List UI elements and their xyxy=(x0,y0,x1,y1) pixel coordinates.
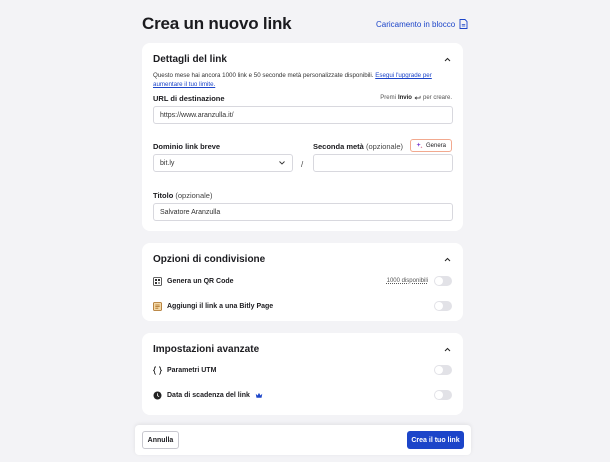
braces-icon xyxy=(153,365,162,375)
chevron-up-icon[interactable] xyxy=(444,57,451,62)
domain-label: Dominio link breve xyxy=(153,142,221,151)
qr-code-row: Genera un QR Code 1000 disponibili xyxy=(153,275,452,287)
domain-value: bit.ly xyxy=(160,159,175,167)
expiry-row: Data di scadenza del link xyxy=(153,389,452,401)
create-link-button[interactable]: Crea il tuo link xyxy=(407,431,464,449)
chevron-up-icon[interactable] xyxy=(444,257,451,262)
expiry-label: Data di scadenza del link xyxy=(167,391,250,399)
cancel-button[interactable]: Annulla xyxy=(142,431,179,449)
expiry-toggle[interactable] xyxy=(434,390,452,400)
url-separator: / xyxy=(301,160,304,169)
bitly-page-label: Aggiungi il link a una Bitly Page xyxy=(167,302,274,310)
utm-toggle[interactable] xyxy=(434,365,452,375)
title-input[interactable]: Salvatore Aranzulla xyxy=(153,203,453,221)
footer-bar: Annulla Crea il tuo link xyxy=(135,425,471,455)
bitly-page-toggle[interactable] xyxy=(434,301,452,311)
qr-code-icon xyxy=(153,276,162,286)
clock-icon xyxy=(153,391,162,400)
enter-key-icon xyxy=(414,95,421,100)
bitly-page-row: Aggiungi il link a una Bitly Page xyxy=(153,300,452,312)
utm-label: Parametri UTM xyxy=(167,366,217,374)
document-icon xyxy=(459,19,468,29)
page-title: Crea un nuovo link xyxy=(142,14,292,33)
sharing-options-title: Opzioni di condivisione xyxy=(153,254,266,265)
advanced-settings-card: Impostazioni avanzate Parametri UTM Data… xyxy=(142,333,463,415)
link-details-title: Dettagli del link xyxy=(153,54,227,65)
qr-code-label: Genera un QR Code xyxy=(167,277,234,285)
sharing-options-card: Opzioni di condivisione Genera un QR Cod… xyxy=(142,243,463,321)
qr-available-badge: 1000 disponibili xyxy=(386,278,428,284)
destination-label: URL di destinazione xyxy=(153,94,225,103)
create-link-page: Crea un nuovo link Caricamento in blocco… xyxy=(0,0,610,462)
generate-button[interactable]: Genera xyxy=(409,139,452,152)
domain-select[interactable]: bit.ly xyxy=(153,154,293,172)
destination-url-input[interactable]: https://www.aranzulla.it/ xyxy=(153,106,453,124)
advanced-settings-title: Impostazioni avanzate xyxy=(153,344,260,355)
second-half-input[interactable] xyxy=(313,154,453,172)
title-label: Titolo (opzionale) xyxy=(153,191,213,200)
chevron-up-icon[interactable] xyxy=(444,347,451,352)
bulk-upload-label: Caricamento in blocco xyxy=(376,19,456,29)
crown-icon xyxy=(255,391,264,400)
link-details-card: Dettagli del link Questo mese hai ancora… xyxy=(142,43,463,231)
bulk-upload-link[interactable]: Caricamento in blocco xyxy=(376,19,468,29)
generate-label: Genera xyxy=(425,142,446,149)
utm-row: Parametri UTM xyxy=(153,364,452,376)
enter-hint: Premi Invio per creare. xyxy=(380,95,452,101)
sparkle-icon xyxy=(416,142,423,149)
quota-description: Questo mese hai ancora 1000 link e 50 se… xyxy=(153,72,432,88)
qr-code-toggle[interactable] xyxy=(434,276,452,286)
second-half-label: Seconda metà (opzionale) xyxy=(313,142,404,151)
chevron-down-icon xyxy=(279,161,285,165)
bitly-page-icon xyxy=(153,301,162,311)
